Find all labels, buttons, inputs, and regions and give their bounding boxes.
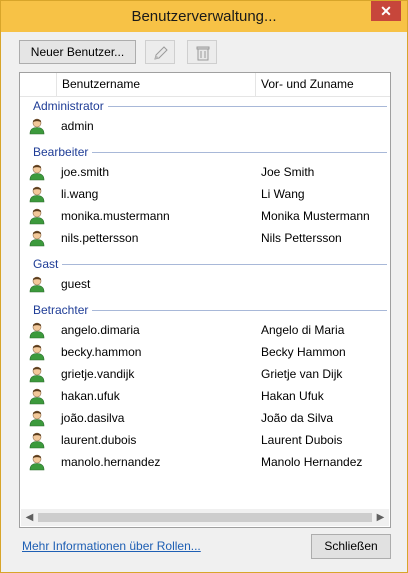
group-label: Administrator bbox=[33, 99, 108, 113]
table-row[interactable]: joão.dasilva João da Silva bbox=[20, 407, 390, 429]
table-row[interactable]: laurent.dubois Laurent Dubois bbox=[20, 429, 390, 451]
scroll-left-arrow-icon[interactable]: ◀ bbox=[21, 509, 38, 526]
table-row[interactable]: joe.smith Joe Smith bbox=[20, 161, 390, 183]
table-row[interactable]: monika.mustermann Monika Mustermann bbox=[20, 205, 390, 227]
edit-user-button[interactable] bbox=[145, 40, 175, 64]
username-cell: grietje.vandijk bbox=[61, 367, 135, 381]
list-header: Benutzername Vor- und Zuname bbox=[20, 73, 390, 97]
fullname-cell: Angelo di Maria bbox=[261, 323, 345, 337]
user-avatar-icon bbox=[28, 343, 46, 364]
toolbar: Neuer Benutzer... bbox=[1, 32, 407, 70]
fullname-cell: Nils Pettersson bbox=[261, 231, 342, 245]
user-avatar-icon bbox=[28, 229, 46, 250]
scroll-right-arrow-icon[interactable]: ▶ bbox=[372, 509, 389, 526]
fullname-cell: Li Wang bbox=[261, 187, 305, 201]
username-cell: angelo.dimaria bbox=[61, 323, 140, 337]
group-header: Betrachter bbox=[20, 301, 390, 319]
username-cell: manolo.hernandez bbox=[61, 455, 161, 469]
column-header-fullname[interactable]: Vor- und Zuname bbox=[255, 73, 390, 96]
close-button[interactable]: Schließen bbox=[311, 534, 391, 559]
fullname-cell: Laurent Dubois bbox=[261, 433, 343, 447]
user-avatar-icon bbox=[28, 453, 46, 474]
user-avatar-icon bbox=[28, 207, 46, 228]
user-avatar-icon bbox=[28, 321, 46, 342]
user-avatar-icon bbox=[28, 431, 46, 452]
fullname-cell: Monika Mustermann bbox=[261, 209, 370, 223]
user-list[interactable]: Benutzername Vor- und Zuname Administrat… bbox=[19, 72, 391, 528]
table-row[interactable]: becky.hammon Becky Hammon bbox=[20, 341, 390, 363]
fullname-cell: Becky Hammon bbox=[261, 345, 346, 359]
username-cell: laurent.dubois bbox=[61, 433, 137, 447]
group-divider bbox=[33, 264, 387, 265]
dialog-window: Benutzerverwaltung... ✕ Neuer Benutzer..… bbox=[0, 0, 408, 573]
new-user-button[interactable]: Neuer Benutzer... bbox=[19, 40, 136, 64]
user-avatar-icon bbox=[28, 163, 46, 184]
list-rows: Administrator admin Bearbeiter joe.smith Joe… bbox=[20, 97, 390, 473]
user-avatar-icon bbox=[28, 117, 46, 138]
username-cell: joe.smith bbox=[61, 165, 110, 179]
username-cell: admin bbox=[61, 119, 94, 133]
title-bar[interactable]: Benutzerverwaltung... ✕ bbox=[1, 1, 407, 32]
group-header: Gast bbox=[20, 255, 390, 273]
column-header-icon[interactable] bbox=[20, 73, 56, 96]
user-avatar-icon bbox=[28, 409, 46, 430]
table-row[interactable]: guest bbox=[20, 273, 390, 295]
fullname-cell: João da Silva bbox=[261, 411, 334, 425]
user-avatar-icon bbox=[28, 365, 46, 386]
fullname-cell: Grietje van Dijk bbox=[261, 367, 343, 381]
scrollbar-thumb[interactable] bbox=[38, 513, 372, 522]
table-row[interactable]: nils.pettersson Nils Pettersson bbox=[20, 227, 390, 249]
username-cell: guest bbox=[61, 277, 91, 291]
group-header: Bearbeiter bbox=[20, 143, 390, 161]
table-row[interactable]: hakan.ufuk Hakan Ufuk bbox=[20, 385, 390, 407]
username-cell: monika.mustermann bbox=[61, 209, 170, 223]
window-close-button[interactable]: ✕ bbox=[371, 1, 401, 21]
group-header: Administrator bbox=[20, 97, 390, 115]
table-row[interactable]: admin bbox=[20, 115, 390, 137]
group-label: Gast bbox=[33, 257, 63, 271]
username-cell: hakan.ufuk bbox=[61, 389, 120, 403]
user-avatar-icon bbox=[28, 185, 46, 206]
horizontal-scrollbar[interactable]: ◀ ▶ bbox=[21, 509, 389, 526]
username-cell: li.wang bbox=[61, 187, 99, 201]
table-row[interactable]: manolo.hernandez Manolo Hernandez bbox=[20, 451, 390, 473]
username-cell: joão.dasilva bbox=[61, 411, 125, 425]
trash-icon bbox=[196, 46, 210, 61]
group-label: Betrachter bbox=[33, 303, 93, 317]
user-avatar-icon bbox=[28, 387, 46, 408]
table-row[interactable]: li.wang Li Wang bbox=[20, 183, 390, 205]
delete-user-button[interactable] bbox=[187, 40, 217, 64]
user-avatar-icon bbox=[28, 275, 46, 296]
group-label: Bearbeiter bbox=[33, 145, 93, 159]
more-info-link[interactable]: Mehr Informationen über Rollen... bbox=[22, 539, 201, 553]
column-header-username[interactable]: Benutzername bbox=[56, 73, 255, 96]
fullname-cell: Manolo Hernandez bbox=[261, 455, 363, 469]
pencil-icon bbox=[154, 46, 168, 60]
table-row[interactable]: angelo.dimaria Angelo di Maria bbox=[20, 319, 390, 341]
username-cell: becky.hammon bbox=[61, 345, 142, 359]
username-cell: nils.pettersson bbox=[61, 231, 139, 245]
table-row[interactable]: grietje.vandijk Grietje van Dijk bbox=[20, 363, 390, 385]
fullname-cell: Joe Smith bbox=[261, 165, 315, 179]
window-title: Benutzerverwaltung... bbox=[131, 8, 277, 25]
fullname-cell: Hakan Ufuk bbox=[261, 389, 324, 403]
